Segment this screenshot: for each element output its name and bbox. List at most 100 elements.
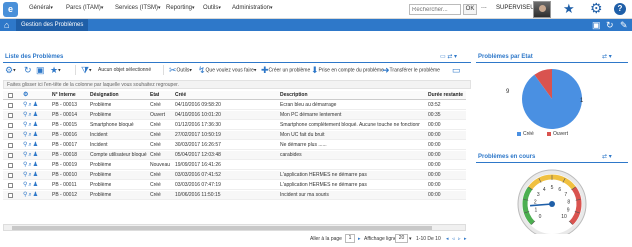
row-checkbox[interactable] — [8, 123, 13, 128]
row-action-icons[interactable]: ⚲⌕♟ — [23, 171, 39, 180]
table-row[interactable]: ⚲⌕♟ PB - 00019 Problème Nouveau 19/09/2017 1… — [3, 161, 466, 170]
tools-button[interactable]: ✂Outils▾ — [169, 63, 192, 77]
row-action-icons[interactable]: ⚲⌕♟ — [23, 111, 39, 120]
table-row[interactable]: ⚲⌕♟ PB - 00010 Problème Créé 03/03/2016 07:4… — [3, 171, 466, 180]
menu-reporting[interactable]: Reporting▾ — [166, 5, 195, 11]
nav-next-icon[interactable]: ▹ — [458, 236, 461, 242]
row-checkbox[interactable] — [8, 153, 13, 158]
row-checkbox[interactable] — [8, 143, 13, 148]
pie-slice-created[interactable] — [522, 69, 582, 129]
table-row[interactable]: ⚲⌕♟ PB - 00016 Incident Créé 27/02/2017 10:5… — [3, 131, 466, 140]
transfer-button[interactable]: ➜Transférer le problème — [382, 63, 440, 77]
column-header[interactable]: Etat — [150, 91, 159, 100]
row-action-icons[interactable]: ⚲⌕♟ — [23, 101, 39, 110]
row-checkbox[interactable] — [8, 103, 13, 108]
table-cell: 00:00 — [428, 152, 441, 158]
column-header[interactable]: Description — [280, 91, 308, 100]
more-button[interactable]: ▭ — [452, 63, 461, 77]
menu-outils[interactable]: Outils▾ — [203, 5, 221, 11]
save-icon[interactable]: ▣ — [592, 20, 601, 30]
menu-administration[interactable]: Administration▾ — [232, 5, 273, 11]
row-checkbox[interactable] — [8, 183, 13, 188]
table-row[interactable]: ⚲⌕♟ PB - 00015 Smartphone bloqué Créé 01/12/… — [3, 121, 466, 130]
row-action-icons[interactable]: ⚲⌕♟ — [23, 161, 39, 170]
help-icon[interactable]: ? — [614, 3, 626, 15]
column-header[interactable]: N° Interne — [52, 91, 76, 100]
toolbar-divider — [75, 65, 76, 75]
app-logo[interactable]: e — [3, 2, 18, 17]
avatar[interactable] — [533, 1, 551, 18]
nav-prev-icon[interactable]: ◃ — [452, 236, 455, 242]
favorites-button[interactable]: ★▾ — [50, 63, 61, 77]
column-header[interactable]: Durée restante — [428, 91, 463, 100]
column-header[interactable]: Désignation — [90, 91, 119, 100]
refresh-button[interactable]: ↻ — [24, 63, 32, 77]
favorites-star-icon[interactable]: ★ — [563, 1, 575, 17]
table-row[interactable]: ⚲⌕♟ PB - 00018 Compte utilisateur bloqué Cr… — [3, 151, 466, 160]
row-checkbox[interactable] — [8, 173, 13, 178]
table-cell: 27/02/2017 10:50:19 — [175, 132, 221, 138]
home-icon[interactable]: ⌂ — [4, 20, 14, 30]
tab-gestion-problemes[interactable]: Gestion des Problèmes — [16, 19, 89, 31]
nav-first-icon[interactable]: ◂ — [446, 236, 449, 242]
table-cell: Smartphone bloqué — [90, 122, 134, 128]
row-checkbox[interactable] — [8, 163, 13, 168]
table-cell: Créé — [150, 182, 161, 188]
refresh-icon[interactable]: ↻ — [606, 20, 614, 30]
chevron-down-icon[interactable]: ▾ — [409, 236, 412, 242]
search-ok-button[interactable]: OK — [463, 4, 477, 15]
arrow-right-icon: ➜ — [382, 65, 390, 75]
row-action-icons[interactable]: ⚲⌕♟ — [23, 181, 39, 190]
save-view-button[interactable]: ▣ — [36, 63, 45, 77]
table-cell: Ouvert — [150, 112, 166, 118]
row-checkbox[interactable] — [8, 133, 13, 138]
row-action-icons[interactable]: ⚲⌕♟ — [23, 151, 39, 160]
table-row[interactable]: ⚲⌕♟ PB - 00013 Problème Créé 04/10/2016 09:5… — [3, 101, 466, 110]
edit-icon[interactable]: ✎ — [620, 20, 628, 30]
search-input[interactable] — [409, 4, 461, 15]
table-cell: 04/10/2016 09:58:20 — [175, 102, 221, 108]
table-cell: PB - 00011 — [52, 182, 77, 188]
take-charge-button[interactable]: ⬇Prise en compte du problème — [311, 63, 384, 77]
actions-button[interactable]: ↯Que voulez vous faire▾ — [198, 63, 256, 77]
row-checkbox[interactable] — [8, 113, 13, 118]
table-cell: 00:00 — [428, 122, 441, 128]
row-action-icons[interactable]: ⚲⌕♟ — [23, 141, 39, 150]
per-page-select[interactable]: 20 — [395, 234, 408, 243]
select-all-checkbox[interactable] — [8, 93, 13, 98]
more-menu[interactable]: ... — [481, 3, 487, 10]
menu-parcs[interactable]: Parcs (ITAM)▾ — [66, 5, 103, 11]
scrollbar-thumb[interactable] — [12, 226, 432, 230]
filter-button[interactable]: ⧩▾ — [81, 63, 92, 77]
table-cell: Problème — [90, 182, 112, 188]
column-header[interactable]: Créé — [175, 91, 186, 100]
list-panel-controls[interactable]: ▭ ⇄ ▾ — [440, 53, 457, 60]
table-cell: carabides — [280, 152, 302, 158]
gear-icon[interactable]: ⚙ — [590, 0, 603, 17]
page-number-input[interactable]: 1 — [345, 234, 355, 243]
table-cell: Créé — [150, 132, 161, 138]
row-action-icons[interactable]: ⚲⌕♟ — [23, 131, 39, 140]
create-problem-button[interactable]: ✚Créer un problème — [261, 63, 310, 77]
menu-general[interactable]: Général▾ — [29, 5, 53, 11]
gauge-panel-controls[interactable]: ⇄ ▾ — [602, 153, 612, 160]
toolbar-divider — [163, 65, 164, 75]
row-action-icons[interactable]: ⚲⌕♟ — [23, 191, 39, 200]
settings-button[interactable]: ⚙▾ — [5, 63, 16, 77]
horizontal-scrollbar[interactable] — [3, 224, 466, 231]
table-cell: 00:00 — [428, 142, 441, 148]
page-nav-icon[interactable]: ▸ — [358, 236, 361, 242]
nav-last-icon[interactable]: ▸ — [464, 236, 467, 242]
group-hint[interactable]: Faites glisser ici l'en-tête de la colon… — [3, 80, 471, 89]
table-row[interactable]: ⚲⌕♟ PB - 00017 Incident Créé 30/03/2017 16:2… — [3, 141, 466, 150]
table-row[interactable]: ⚲⌕♟ PB - 00011 Problème Créé 03/03/2016 07:4… — [3, 181, 466, 190]
table-row[interactable]: ⚲⌕♟ PB - 00014 Problème Ouvert 04/10/2016 10… — [3, 111, 466, 120]
table-row[interactable]: ⚲⌕♟ PB - 00012 Problème Créé 10/06/2016 11:5… — [3, 191, 466, 200]
row-checkbox[interactable] — [8, 193, 13, 198]
table-cell: 00:00 — [428, 182, 441, 188]
state-panel-controls[interactable]: ⇄ ▾ — [602, 53, 612, 60]
transfer-label: Transférer le problème — [389, 67, 440, 74]
gauge-tick-label: 10 — [561, 214, 567, 220]
menu-services[interactable]: Services (ITSM)▾ — [115, 5, 161, 11]
row-action-icons[interactable]: ⚲⌕♟ — [23, 121, 39, 130]
